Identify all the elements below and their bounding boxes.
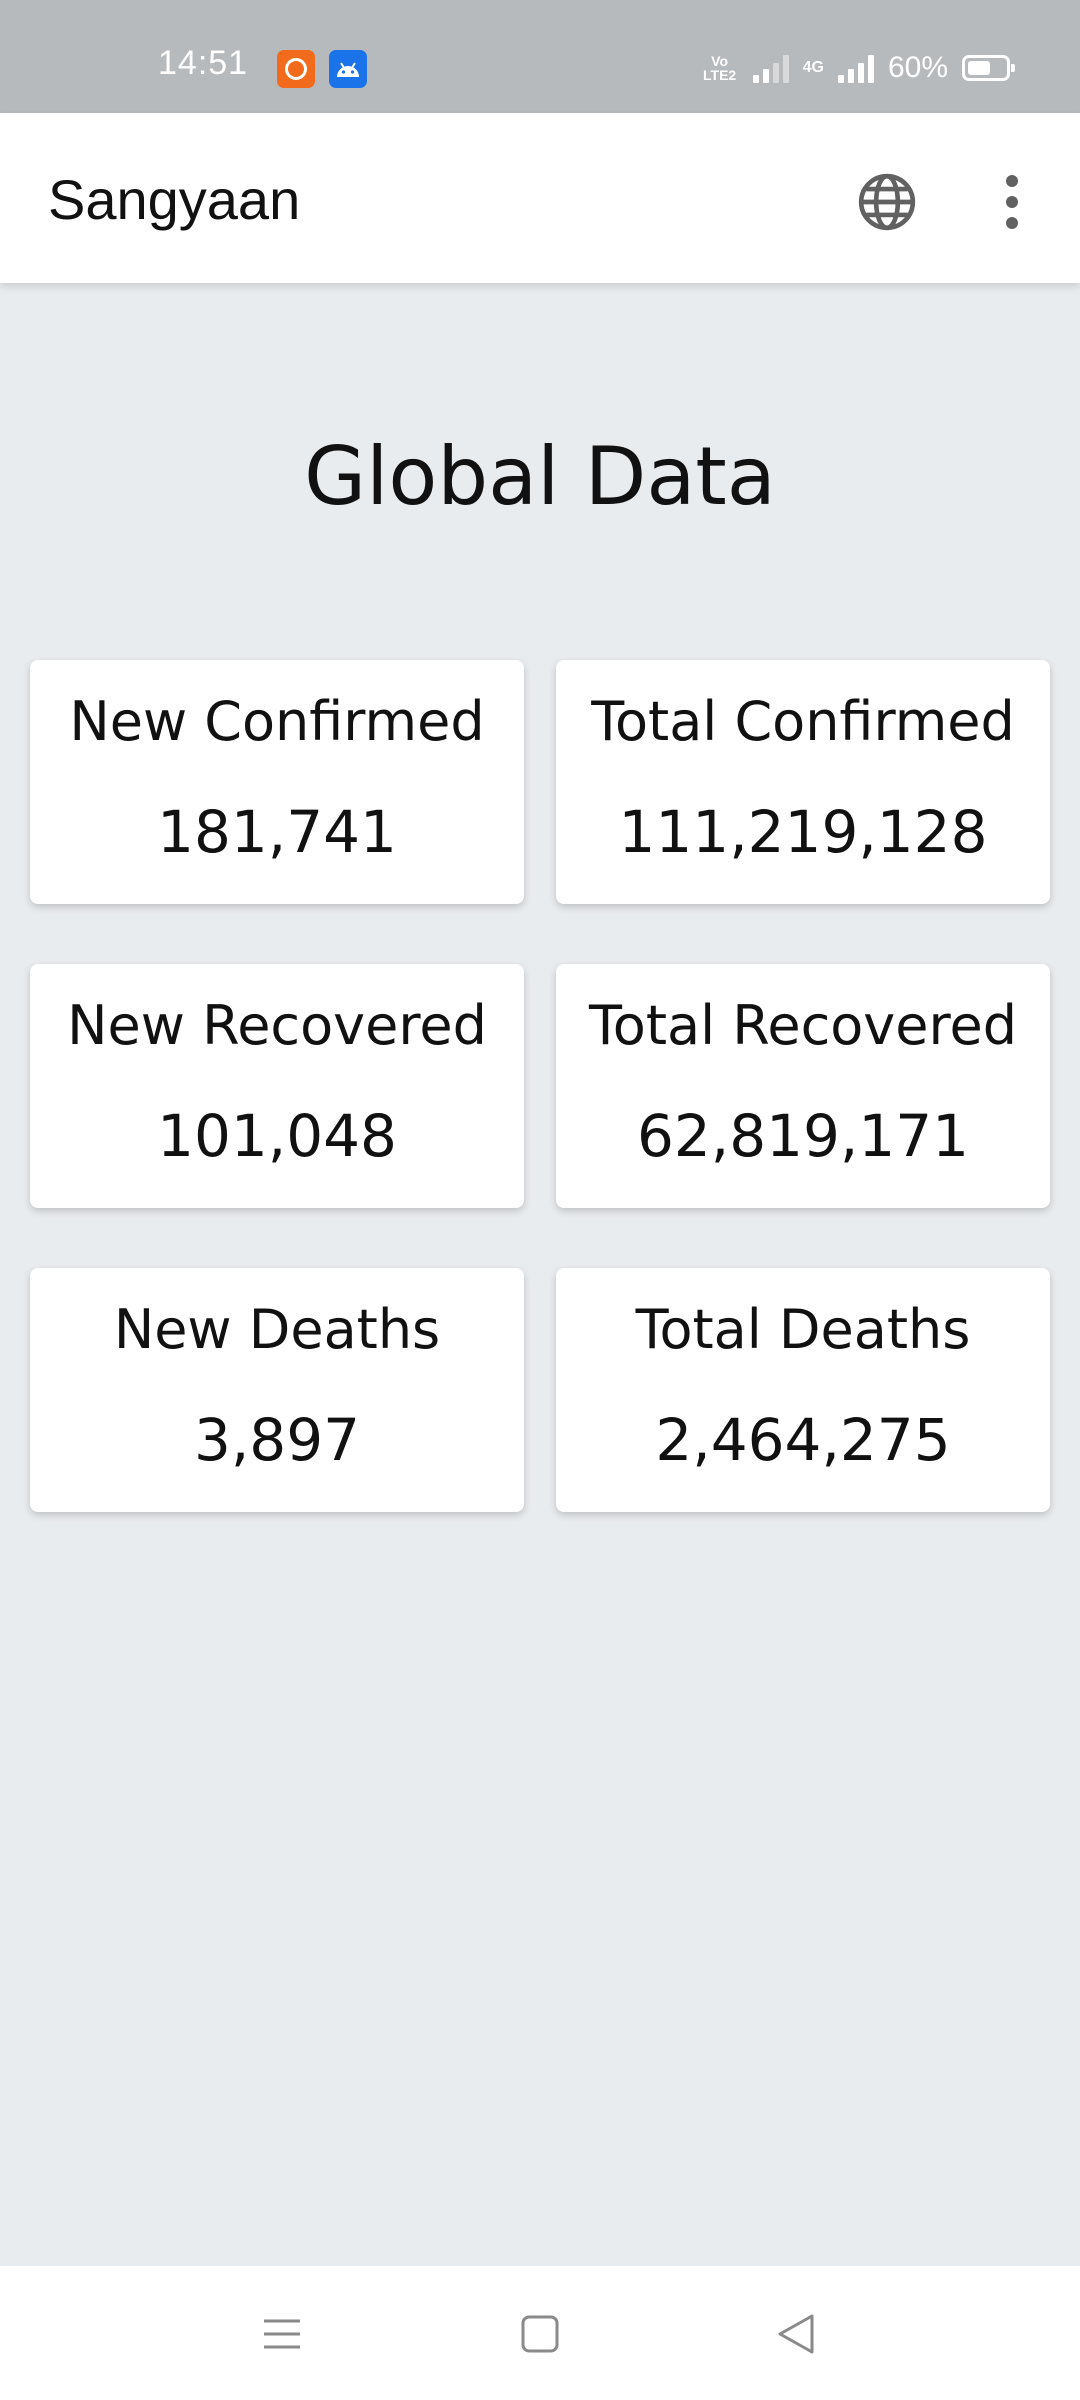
status-bar: 14:51 Vo LTE2 4G 60% — [0, 0, 1080, 113]
stat-card-new-deaths: New Deaths 3,897 — [30, 1268, 524, 1512]
back-triangle-icon[interactable] — [756, 2296, 836, 2372]
stat-label: New Deaths — [113, 1298, 441, 1361]
stat-value: 181,741 — [157, 798, 397, 866]
stat-label: Total Confirmed — [591, 690, 1015, 753]
stat-label: Total Deaths — [635, 1298, 971, 1361]
page-heading: Global Data — [304, 430, 776, 523]
system-nav-bar — [0, 2266, 1080, 2400]
mi-app-icon — [277, 50, 315, 88]
battery-percent: 60% — [887, 51, 948, 84]
volte-icon: Vo LTE2 — [703, 53, 737, 83]
stat-label: Total Recovered — [588, 994, 1018, 1057]
stat-value: 2,464,275 — [655, 1406, 951, 1474]
status-indicators: Vo LTE2 4G 60% — [701, 48, 1015, 88]
stat-value: 111,219,128 — [618, 798, 988, 866]
stat-value: 62,819,171 — [636, 1102, 970, 1170]
status-time: 14:51 — [158, 44, 249, 82]
battery-icon — [962, 55, 1015, 81]
stat-card-total-deaths: Total Deaths 2,464,275 — [556, 1268, 1050, 1512]
stat-card-new-confirmed: New Confirmed 181,741 — [30, 660, 524, 904]
stat-value: 101,048 — [157, 1102, 397, 1170]
screen: 14:51 Vo LTE2 4G 60% Sangyaan Global Dat… — [0, 0, 1080, 2400]
stat-label: New Confirmed — [69, 690, 485, 753]
android-icon — [329, 50, 367, 88]
stat-value: 3,897 — [193, 1406, 361, 1474]
signal-icon-2 — [837, 53, 874, 83]
app-bar: Sangyaan — [0, 113, 1080, 283]
stat-label: New Recovered — [67, 994, 487, 1057]
network-type: 4G — [802, 59, 824, 76]
app-title: Sangyaan — [48, 168, 301, 231]
stat-card-new-recovered: New Recovered 101,048 — [30, 964, 524, 1208]
stat-card-total-recovered: Total Recovered 62,819,171 — [556, 964, 1050, 1208]
menu-icon[interactable] — [242, 2296, 322, 2372]
globe-icon[interactable] — [852, 167, 922, 237]
signal-icon — [752, 53, 789, 83]
stat-card-total-confirmed: Total Confirmed 111,219,128 — [556, 660, 1050, 904]
more-vert-icon[interactable] — [987, 167, 1037, 237]
home-square-icon[interactable] — [500, 2296, 580, 2372]
